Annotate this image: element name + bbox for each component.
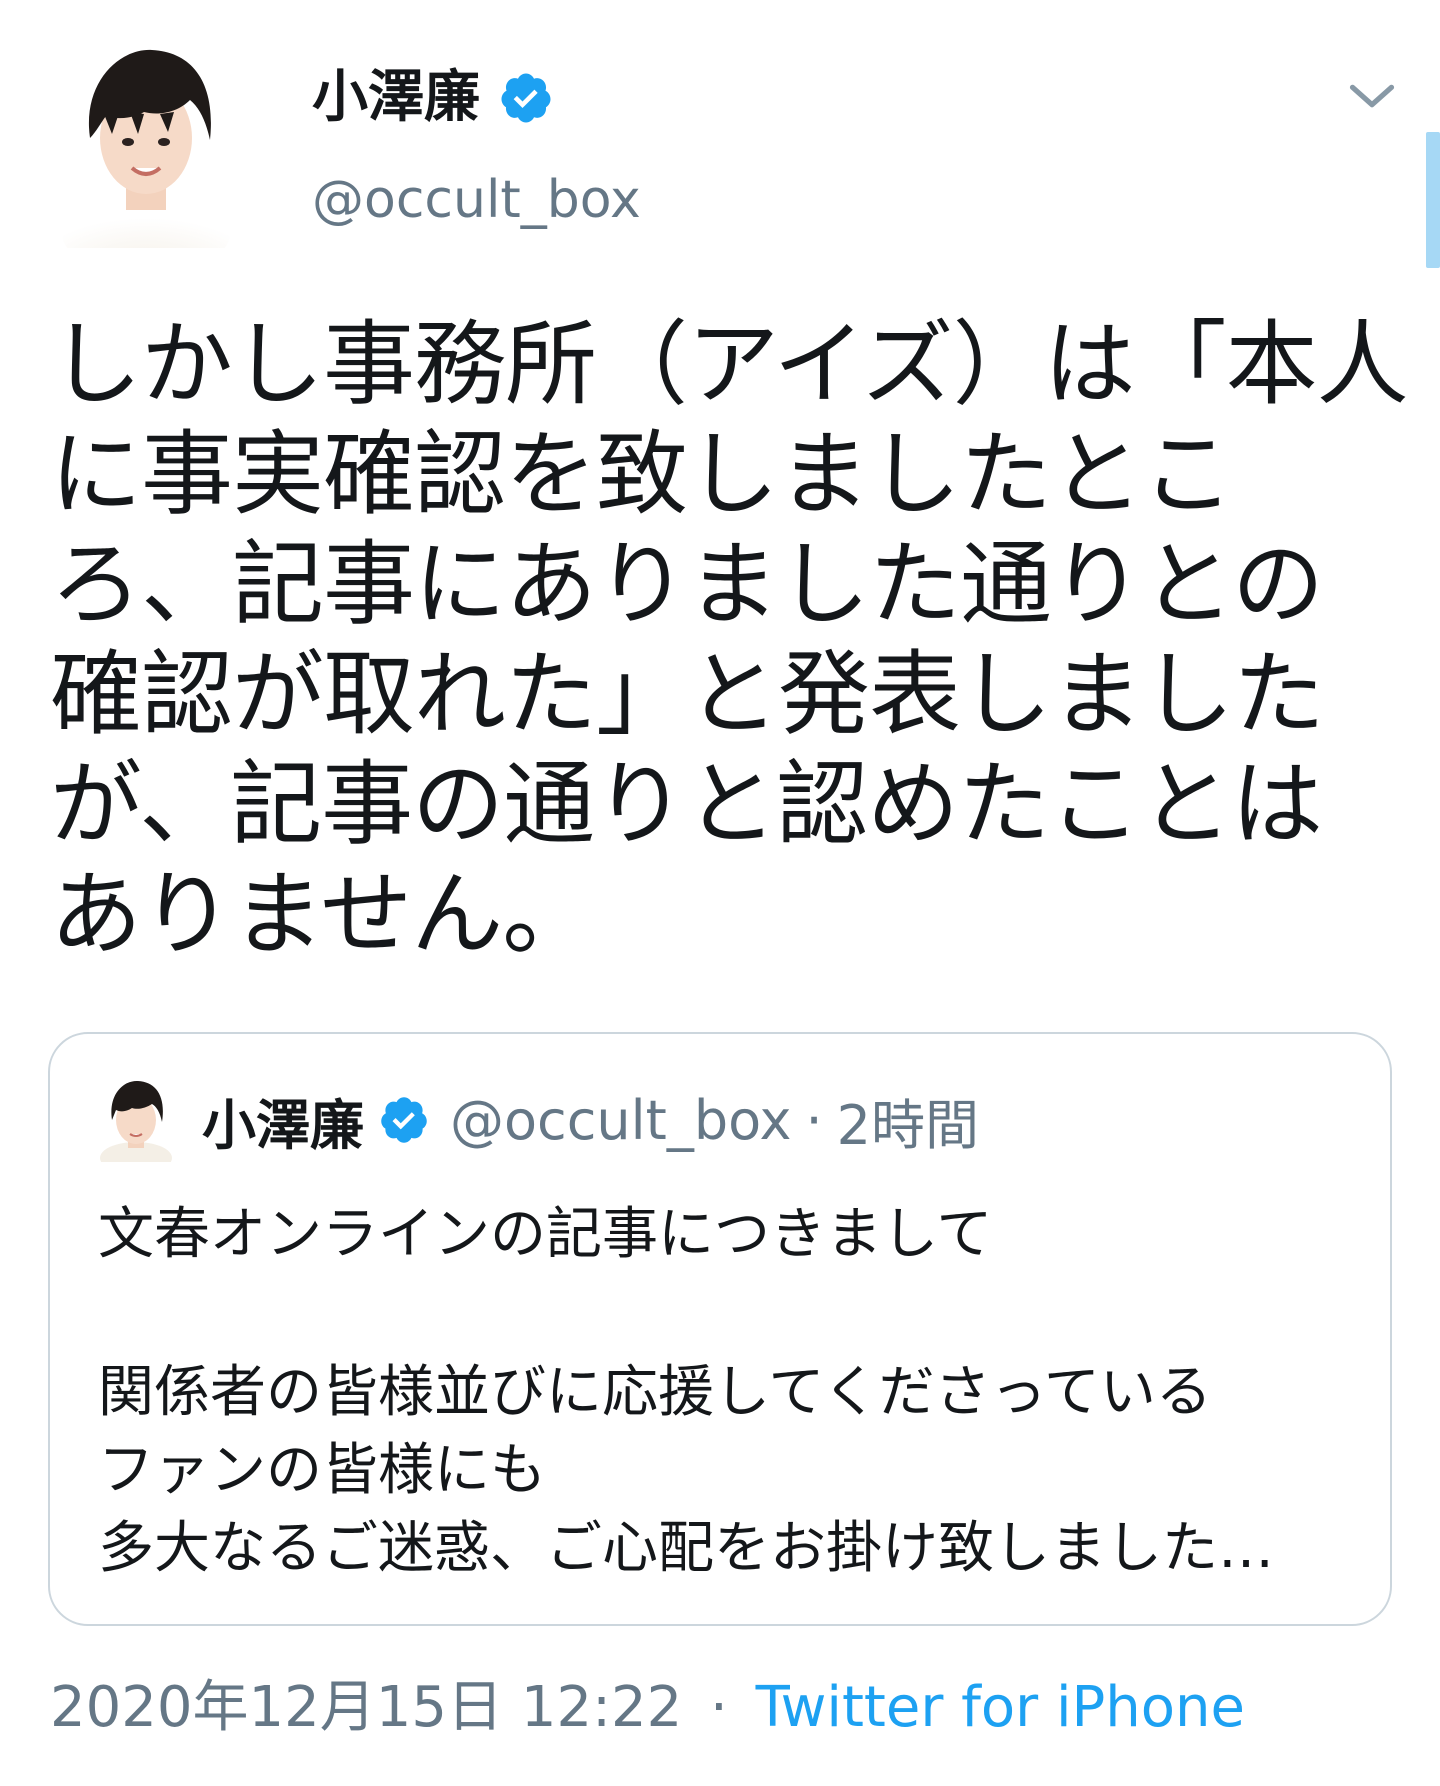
- quoted-author-name: 小澤廉: [202, 1093, 364, 1157]
- quoted-text-line: ファンの皆様にも: [98, 1438, 546, 1503]
- quoted-text-line: 文春オンラインの記事につきまして: [98, 1202, 993, 1267]
- quoted-text-blank-line: [98, 1274, 1368, 1354]
- quoted-text-line: 多大なるご迷惑、ご心配をお掛け致しました…: [98, 1516, 1274, 1581]
- tweet-text: しかし事務所（アイズ）は「本人に事実確認を致しましたところ、記事にありました通り…: [50, 311, 1409, 968]
- tweet-source-link[interactable]: Twitter for iPhone: [756, 1675, 1245, 1740]
- tweet-detail-page: 小澤廉 @occult_box しかし事務所（アイズ）は「本人に事実確認を致しま…: [0, 0, 1440, 1786]
- author-handle[interactable]: @occult_box: [312, 168, 641, 232]
- author-name-row[interactable]: 小澤廉: [312, 62, 554, 134]
- quoted-timestamp: 2時間: [836, 1093, 979, 1157]
- quoted-tweet-card[interactable]: 小澤廉 @occult_box · 2時間 文春オンラインの記事につきまして 関…: [48, 1032, 1392, 1626]
- chevron-down-icon[interactable]: [1346, 70, 1398, 122]
- tweet-timestamp[interactable]: 2020年12月15日 12:22: [50, 1675, 682, 1740]
- quoted-time-separator: ·: [805, 1088, 823, 1152]
- quoted-tweet-text: 文春オンラインの記事につきまして 関係者の皆様並びに応援してくださっている ファ…: [98, 1196, 1368, 1588]
- author-display-name[interactable]: 小澤廉: [312, 62, 480, 134]
- tweet-meta: 2020年12月15日 12:22 · Twitter for iPhone: [50, 1672, 1245, 1744]
- meta-separator: ·: [710, 1675, 728, 1740]
- verified-badge-icon: [501, 73, 551, 123]
- quoted-text-line: 関係者の皆様並びに応援してくださっている: [98, 1360, 1212, 1425]
- scrollbar-thumb[interactable]: [1426, 132, 1440, 268]
- author-avatar[interactable]: [60, 42, 232, 248]
- quoted-tweet-header: 小澤廉 @occult_box · 2時間: [98, 1078, 979, 1162]
- quoted-author-avatar: [100, 1080, 172, 1162]
- verified-badge-icon: [381, 1097, 427, 1143]
- quoted-author-handle: @occult_box: [450, 1088, 792, 1152]
